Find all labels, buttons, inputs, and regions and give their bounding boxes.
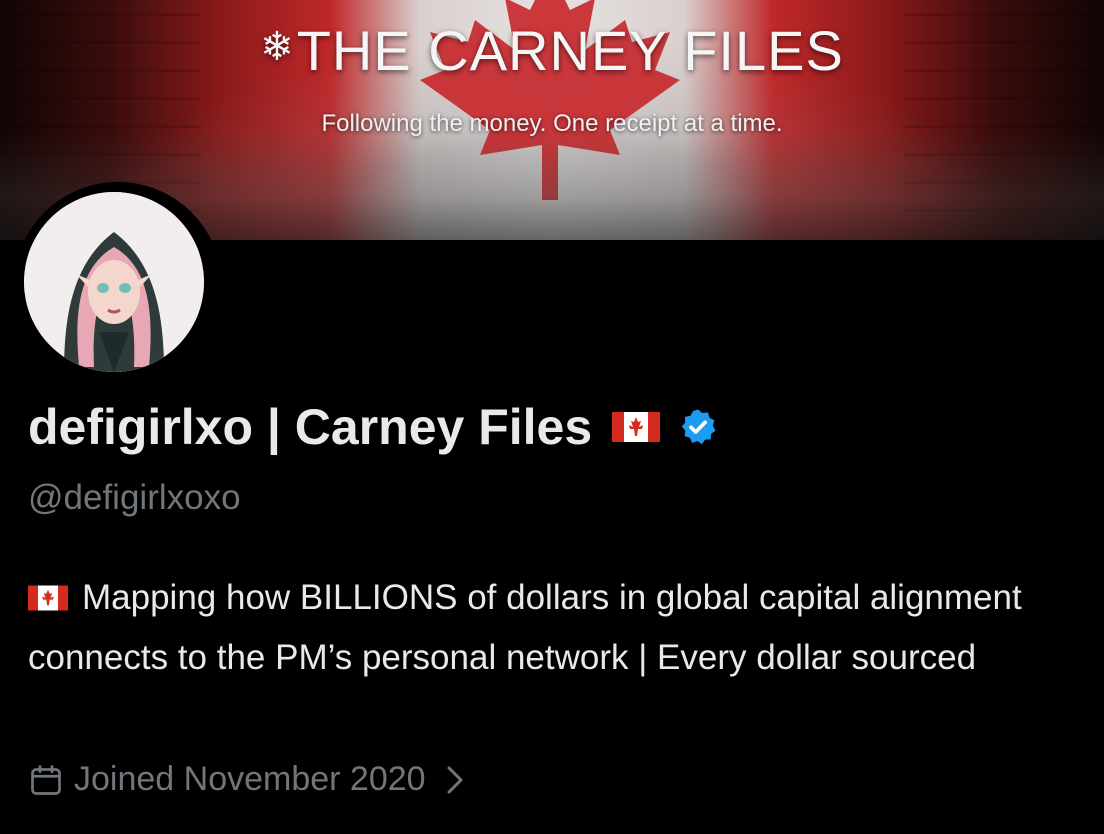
avatar-image <box>24 192 204 372</box>
canada-flag-icon <box>612 412 661 442</box>
avatar-illustration <box>24 192 204 372</box>
display-name: defigirlxo | Carney Files <box>28 398 718 456</box>
chevron-right-icon[interactable] <box>444 765 466 795</box>
banner-subtitle: Following the money. One receipt at a ti… <box>321 110 783 137</box>
verified-badge-icon[interactable] <box>678 407 718 447</box>
profile-bio: Mapping how BILLIONS of dollars in globa… <box>28 568 1088 688</box>
avatar[interactable] <box>14 182 222 390</box>
banner-title: ❄THE CARNEY FILES <box>0 18 1104 83</box>
maple-leaf-icon: ❄ <box>260 25 295 69</box>
profile-handle: @defigirlxoxo <box>28 478 241 517</box>
banner-title-text: THE CARNEY FILES <box>296 19 844 82</box>
display-name-text: defigirlxo | Carney Files <box>28 399 593 455</box>
joined-date[interactable]: Joined November 2020 <box>28 760 476 799</box>
profile-bio-text: Mapping how BILLIONS of dollars in globa… <box>28 578 1022 677</box>
calendar-icon <box>31 764 61 795</box>
canada-flag-icon <box>28 585 68 611</box>
joined-date-text: Joined November 2020 <box>74 760 426 798</box>
